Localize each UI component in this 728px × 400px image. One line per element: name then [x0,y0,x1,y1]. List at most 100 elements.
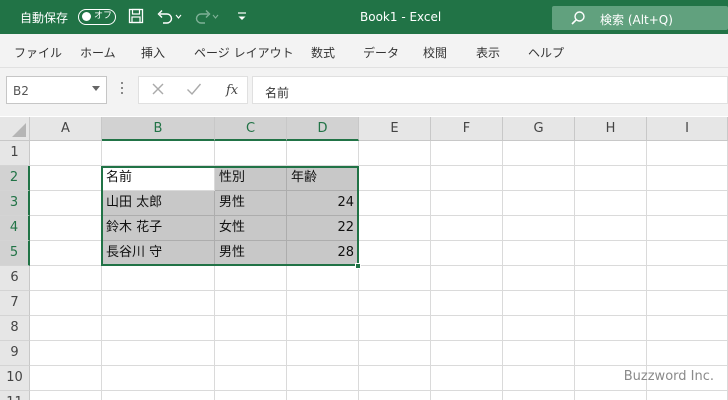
column-header-c[interactable]: C [215,117,287,141]
customize-toolbar-icon[interactable] [236,8,248,27]
cell-c3[interactable]: 男性 [215,191,287,216]
cell[interactable] [431,166,503,191]
cell[interactable] [503,166,575,191]
cell[interactable] [287,391,359,400]
enter-icon[interactable] [186,82,202,100]
cell[interactable] [431,341,503,366]
tab-home[interactable]: ホーム [80,44,116,61]
cell[interactable] [215,291,287,316]
cell-b4[interactable]: 鈴木 花子 [102,216,215,241]
cell-d3[interactable]: 24 [287,191,359,216]
cell[interactable] [503,341,575,366]
column-header-i[interactable]: I [647,117,728,141]
cell[interactable] [359,366,431,391]
cell-b5[interactable]: 長谷川 守 [102,241,215,266]
cell[interactable] [503,291,575,316]
cell[interactable] [647,141,728,166]
tab-page-layout[interactable]: ページ レイアウト [194,44,294,61]
tab-review[interactable]: 校閲 [423,44,447,61]
cell[interactable] [30,241,102,266]
cell[interactable] [287,141,359,166]
undo-icon[interactable] [156,8,182,27]
cell-d5[interactable]: 28 [287,241,359,266]
cell[interactable] [30,366,102,391]
cell[interactable] [30,266,102,291]
row-header-1[interactable]: 1 [0,141,30,166]
cell[interactable] [30,191,102,216]
row-header-4[interactable]: 4 [0,216,30,241]
cell[interactable] [215,341,287,366]
cell[interactable] [431,141,503,166]
cell[interactable] [215,141,287,166]
cell[interactable] [359,141,431,166]
cell[interactable] [503,141,575,166]
cell[interactable] [102,316,215,341]
row-header-9[interactable]: 9 [0,341,30,366]
cell[interactable] [102,141,215,166]
cell[interactable] [359,241,431,266]
cell[interactable] [30,141,102,166]
formula-input[interactable]: 名前 [252,76,728,104]
cell[interactable] [431,266,503,291]
cell[interactable] [359,166,431,191]
cell[interactable] [647,291,728,316]
cell[interactable] [215,316,287,341]
cell[interactable] [287,291,359,316]
row-header-5[interactable]: 5 [0,241,30,266]
select-all-corner[interactable] [0,117,30,141]
cell-b2[interactable]: 名前 [102,166,215,191]
column-header-h[interactable]: H [575,117,647,141]
cell[interactable] [215,366,287,391]
cell-c5[interactable]: 男性 [215,241,287,266]
cell[interactable] [359,291,431,316]
column-header-f[interactable]: F [431,117,503,141]
cell[interactable] [647,316,728,341]
cell[interactable] [575,266,647,291]
cell[interactable] [431,366,503,391]
cell[interactable] [575,216,647,241]
row-header-8[interactable]: 8 [0,316,30,341]
cell[interactable] [102,291,215,316]
fill-handle[interactable] [355,263,361,269]
cell[interactable] [102,366,215,391]
row-header-6[interactable]: 6 [0,266,30,291]
cell[interactable] [503,241,575,266]
autosave-toggle[interactable]: オフ [78,9,116,25]
insert-function-icon[interactable]: fx [226,83,238,98]
cell[interactable] [287,366,359,391]
cell[interactable] [102,341,215,366]
cell[interactable] [102,266,215,291]
cell[interactable] [647,166,728,191]
cell[interactable] [359,266,431,291]
cell[interactable] [575,391,647,400]
tab-insert[interactable]: 挿入 [141,44,165,61]
cell[interactable] [359,341,431,366]
cell[interactable] [647,266,728,291]
cell-c4[interactable]: 女性 [215,216,287,241]
tab-help[interactable]: ヘルプ [528,44,564,61]
cell[interactable] [30,391,102,400]
search-box[interactable]: 検索 (Alt+Q) [552,6,728,30]
cell[interactable] [503,216,575,241]
column-header-d[interactable]: D [287,117,359,141]
row-header-2[interactable]: 2 [0,166,30,191]
name-box[interactable]: B2 [6,76,107,104]
cell[interactable] [30,341,102,366]
cell[interactable] [503,391,575,400]
tab-data[interactable]: データ [363,44,399,61]
cell[interactable] [359,216,431,241]
cell[interactable] [30,291,102,316]
row-header-10[interactable]: 10 [0,366,30,391]
more-options-icon[interactable] [120,82,124,98]
cell[interactable] [503,191,575,216]
tab-view[interactable]: 表示 [476,44,500,61]
row-header-3[interactable]: 3 [0,191,30,216]
cell[interactable] [431,391,503,400]
cell[interactable] [503,266,575,291]
tab-file[interactable]: ファイル [14,44,62,61]
row-header-11[interactable]: 11 [0,391,30,400]
cell[interactable] [215,266,287,291]
save-icon[interactable] [128,8,144,27]
row-header-7[interactable]: 7 [0,291,30,316]
cell[interactable] [30,166,102,191]
